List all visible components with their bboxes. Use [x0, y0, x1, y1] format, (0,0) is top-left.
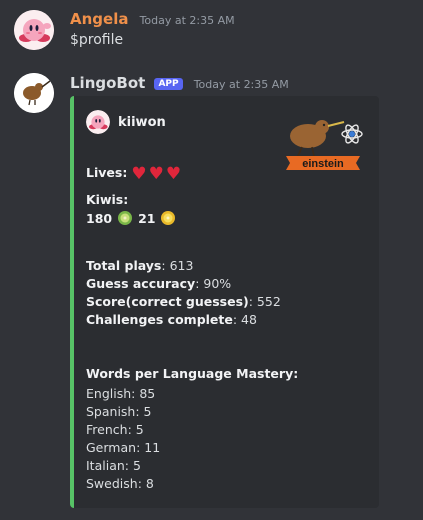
stat-guess-accuracy: Guess accuracy: 90%	[86, 276, 232, 291]
app-badge: APP	[154, 78, 183, 90]
kiwis-gold-count: 21	[138, 211, 156, 226]
timestamp: Today at 2:35 AM	[193, 78, 289, 91]
kirby-avatar-icon	[14, 10, 54, 50]
avatar-lingobot[interactable]	[14, 73, 54, 113]
embed-author: kiiwon	[86, 110, 166, 134]
embed-author-name[interactable]: kiiwon	[118, 115, 166, 130]
author-avatar-icon	[86, 110, 110, 134]
timestamp: Today at 2:35 AM	[139, 14, 235, 27]
stat-total-plays: Total plays: 613	[86, 258, 194, 273]
gold-kiwi-icon	[161, 211, 176, 225]
stat-score: Score(correct guesses): 552	[86, 294, 281, 309]
kiwi-bird-icon	[290, 120, 345, 157]
kiwis-label: Kiwis:	[86, 192, 129, 207]
avatar-angela[interactable]	[14, 10, 54, 50]
lives-row: Lives: ♥ ♥ ♥	[86, 164, 182, 184]
kiwi-einstein-thumbnail: einstein	[286, 120, 363, 170]
message-text: $profile	[70, 32, 124, 48]
language-german: German: 11	[86, 440, 161, 455]
language-english: English: 85	[86, 386, 156, 401]
mastery-title: Words per Language Mastery:	[86, 366, 299, 381]
thumbnail-banner-text: einstein	[302, 158, 344, 170]
green-kiwi-icon	[118, 211, 133, 225]
lives-label: Lives	[86, 165, 123, 180]
stat-challenges: Challenges complete: 48	[86, 312, 257, 327]
heart-icon: ♥	[165, 164, 182, 184]
heart-icon: ♥	[148, 164, 164, 184]
language-italian: Italian: 5	[86, 458, 141, 473]
language-french: French: 5	[86, 422, 144, 437]
language-swedish: Swedish: 8	[86, 476, 154, 491]
profile-embed: kiiwon einstein Lives: ♥♥♥ Kiwis: 180	[70, 96, 379, 508]
atom-icon	[341, 124, 363, 144]
kiwis-green-count: 180	[86, 211, 113, 226]
kiwis-row: 180 21	[86, 211, 177, 226]
username-lingobot[interactable]: LingoBot	[70, 74, 145, 92]
username-angela[interactable]: Angela	[70, 10, 128, 28]
language-spanish: Spanish: 5	[86, 404, 152, 419]
heart-icon: ♥	[131, 164, 147, 184]
kiwi-bird-avatar-icon	[14, 73, 54, 113]
